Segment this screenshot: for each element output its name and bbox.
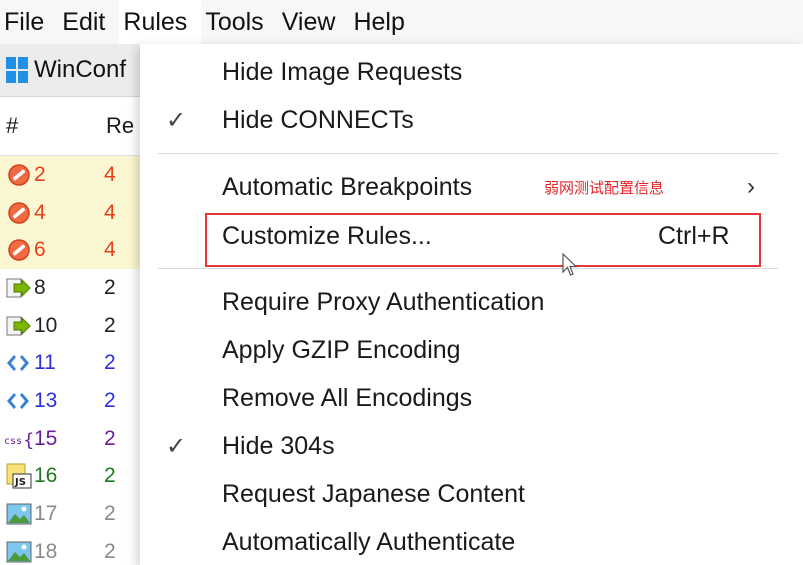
menu-item-label: Hide Image Requests (222, 57, 463, 86)
session-number: 10 (34, 313, 58, 337)
blocked-icon (4, 162, 34, 188)
blocked-icon (4, 200, 34, 226)
annotation-text: 弱网测试配置信息 (544, 178, 665, 197)
menu-help[interactable]: Help (349, 0, 418, 44)
highlight-box (205, 213, 761, 267)
sessions-list: 2 4 4 4 6 4 8 2 10 2 11 2 13 2 css{15 2 JS 16 2 17 2 18 2 (0, 156, 160, 565)
session-number: 6 (34, 238, 46, 262)
css-icon: css{ (4, 426, 34, 452)
session-number: 16 (34, 464, 58, 488)
checkmark-icon: ✓ (166, 107, 187, 134)
session-row[interactable]: JS 16 2 (0, 458, 160, 496)
session-number: 4 (34, 200, 46, 224)
menu-item-hide-connects[interactable]: ✓ Hide CONNECTs (140, 98, 803, 142)
menu-item-label: Remove All Encodings (222, 383, 473, 412)
svg-text:{: { (23, 430, 34, 451)
session-number: 13 (34, 388, 58, 412)
session-number: 11 (34, 351, 56, 375)
session-row[interactable]: 13 2 (0, 382, 160, 420)
svg-text:css: css (4, 436, 22, 447)
submenu-arrow-icon: › (747, 173, 755, 200)
menu-separator (158, 268, 778, 269)
session-number: 18 (34, 539, 58, 563)
windows-logo-icon (6, 57, 28, 83)
menu-edit[interactable]: Edit (58, 0, 119, 44)
menu-item-hide-image-requests[interactable]: Hide Image Requests (140, 50, 803, 94)
image-icon (4, 501, 34, 527)
session-row[interactable]: 64 (0, 231, 160, 270)
session-number: 15 (34, 426, 58, 450)
js-icon: JS (4, 463, 34, 489)
session-number: 17 (34, 502, 58, 526)
session-number: 8 (34, 275, 46, 299)
menu-item-remove-all-encodings[interactable]: Remove All Encodings (140, 376, 803, 420)
blocked-icon (4, 237, 34, 263)
session-row[interactable]: 44 (0, 193, 160, 232)
session-row[interactable]: 82 (0, 269, 160, 307)
session-row[interactable]: 17 2 (0, 495, 160, 533)
menu-file[interactable]: File (0, 0, 58, 44)
menu-item-label: Automatically Authenticate (222, 527, 516, 556)
menu-item-label: Hide CONNECTs (222, 105, 414, 134)
menu-tools[interactable]: Tools (201, 0, 277, 44)
svg-text:JS: JS (14, 477, 26, 488)
sessions-pane: WinConf # Re 2 4 4 4 6 4 8 2 10 2 11 2 13 2 css{15 2 JS 1… (0, 44, 160, 565)
rules-menu: Hide Image Requests ✓ Hide CONNECTs Auto… (140, 44, 803, 565)
checkmark-icon: ✓ (166, 433, 187, 460)
menu-item-label: Apply GZIP Encoding (222, 335, 461, 364)
session-row[interactable]: 18 2 (0, 533, 160, 565)
menu-separator (158, 153, 778, 154)
column-header-number[interactable]: # (0, 113, 106, 139)
menu-item-label: Hide 304s (222, 431, 335, 460)
tab-label: WinConf (34, 56, 127, 83)
sessions-column-header: # Re (0, 97, 160, 156)
menu-rules[interactable]: Rules (119, 0, 202, 44)
menu-item-label: Require Proxy Authentication (222, 287, 545, 316)
menu-item-automatic-breakpoints[interactable]: Automatic Breakpoints 弱网测试配置信息 › (140, 165, 803, 209)
menu-item-automatically-authenticate[interactable]: Automatically Authenticate (140, 520, 803, 564)
menu-item-label: Request Japanese Content (222, 479, 525, 508)
mouse-cursor-icon (562, 253, 578, 276)
session-number: 2 (34, 162, 46, 186)
image-icon (4, 539, 34, 565)
menu-item-require-proxy-authentication[interactable]: Require Proxy Authentication (140, 280, 803, 324)
menu-item-label: Automatic Breakpoints (222, 172, 473, 201)
code-brackets-icon (4, 388, 34, 414)
menu-bar: File Edit Rules Tools View Help (0, 0, 803, 44)
code-brackets-icon (4, 350, 34, 376)
session-row[interactable]: 24 (0, 156, 160, 194)
arrow-right-icon (4, 275, 34, 301)
arrow-right-icon (4, 313, 34, 339)
menu-item-apply-gzip-encoding[interactable]: Apply GZIP Encoding (140, 328, 803, 372)
session-row[interactable]: 10 2 (0, 307, 160, 345)
menu-item-request-japanese-content[interactable]: Request Japanese Content (140, 472, 803, 516)
menu-item-hide-304s[interactable]: ✓ Hide 304s (140, 424, 803, 468)
menu-view[interactable]: View (278, 0, 350, 44)
tab-winconfig[interactable]: WinConf (0, 44, 160, 97)
session-row[interactable]: css{15 2 (0, 420, 160, 458)
session-row[interactable]: 11 2 (0, 344, 160, 382)
